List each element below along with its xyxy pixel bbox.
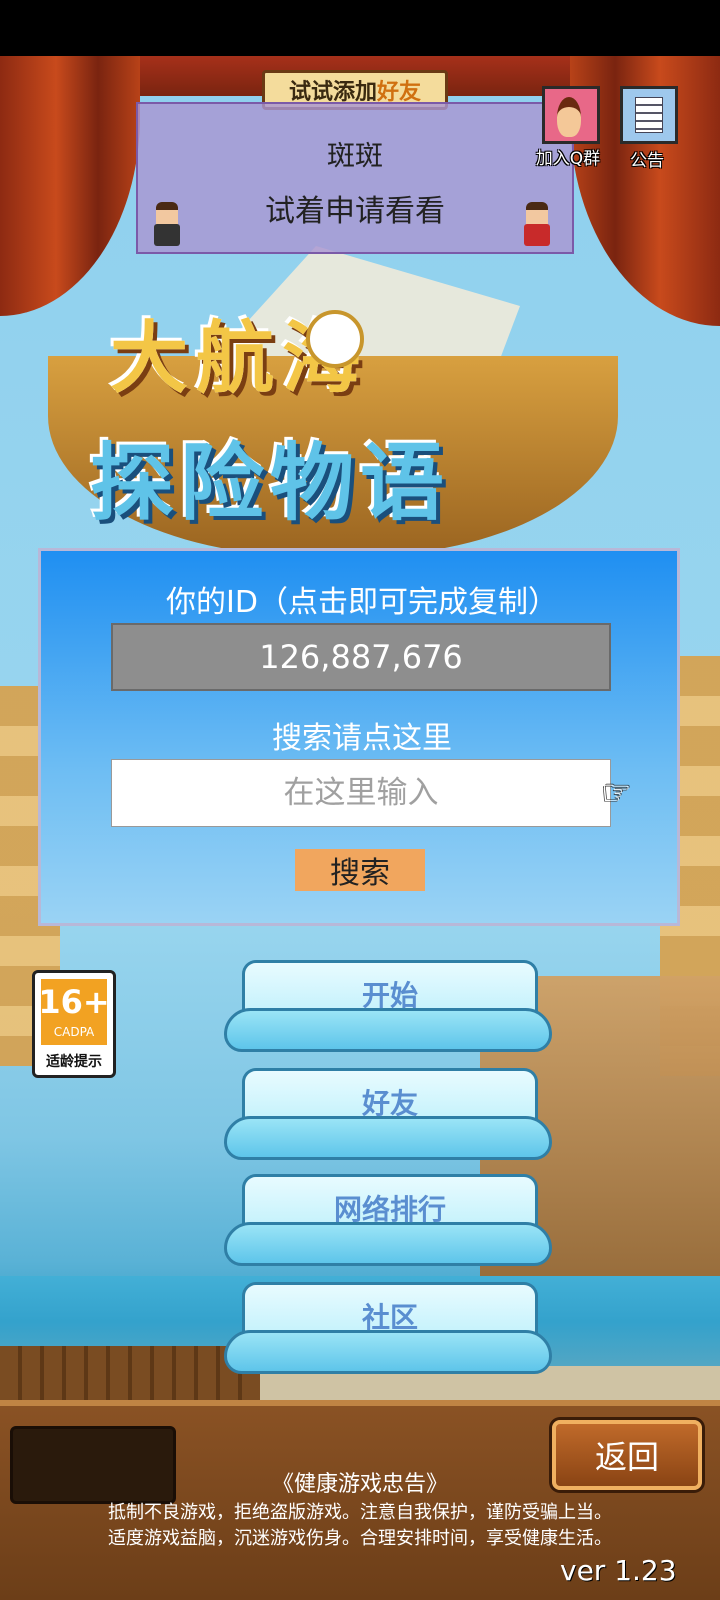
status-bar [0, 0, 720, 56]
search-button[interactable]: 搜索 [295, 849, 425, 891]
community-button-label: 社区 [361, 1301, 418, 1334]
community-button[interactable]: 社区 [224, 1282, 552, 1374]
age-rating-badge: 16+ CADPA 适龄提示 [32, 970, 116, 1078]
friends-button[interactable]: 好友 [224, 1068, 552, 1160]
health-advisory-title: 《健康游戏忠告》 [271, 1472, 448, 1497]
age-rating-tip: 适龄提示 [46, 1054, 102, 1070]
ranking-button[interactable]: 网络排行 [224, 1174, 552, 1266]
player-id-box[interactable]: 126,887,676 [111, 623, 611, 691]
friends-button-label: 好友 [361, 1087, 418, 1120]
start-button[interactable]: 开始 [224, 960, 552, 1052]
toast-message: 试着申请看看 [265, 194, 445, 229]
ranking-button-label: 网络排行 [333, 1193, 446, 1226]
id-search-panel: 你的ID（点击即可完成复制） 126,887,676 搜索请点这里 ☜ 搜索 [38, 548, 680, 926]
id-panel-title: 你的ID（点击即可完成复制） [166, 585, 558, 620]
toast-name: 斑斑 [326, 139, 383, 172]
health-advisory-line1: 抵制不良游戏，拒绝盗版游戏。注意自我保护，谨防受骗上当。 [108, 1502, 612, 1523]
qq-group-icon[interactable] [542, 86, 600, 144]
pointing-hand-icon: ☜ [601, 773, 632, 813]
character-right-icon [520, 202, 554, 246]
notice-label[interactable]: 公告 [618, 146, 676, 171]
compass-icon [306, 310, 364, 368]
health-advisory-line2: 适度游戏益脑，沉迷游戏伤身。合理安排时间，享受健康生活。 [108, 1528, 612, 1549]
search-title: 搜索请点这里 [272, 721, 452, 756]
age-rating-org: CADPA [53, 1025, 95, 1039]
search-input[interactable] [111, 759, 611, 827]
character-left-icon [150, 202, 184, 246]
version-label: ver 1.23 [560, 1554, 677, 1587]
friend-suggestion-toast[interactable]: 斑斑 试着申请看看 [136, 102, 574, 254]
qq-group-label[interactable]: 加入Q群 [528, 144, 608, 169]
logo-title-line2: 探险物语 [90, 434, 451, 532]
notice-icon[interactable] [620, 86, 678, 144]
start-button-label: 开始 [361, 979, 418, 1012]
footer-bar: 返回 《健康游戏忠告》 抵制不良游戏，拒绝盗版游戏。注意自我保护，谨防受骗上当。… [0, 1400, 720, 1600]
curtain-left [0, 56, 140, 316]
